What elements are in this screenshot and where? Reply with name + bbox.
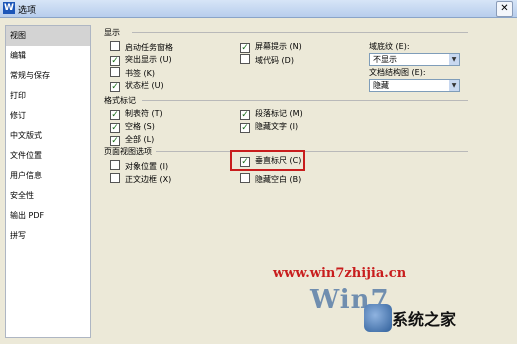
watermark-url: www.win7zhijia.cn (273, 266, 407, 281)
option-text-boundary[interactable]: 正文边框 (X) (110, 173, 171, 185)
sidebar-item-general-save[interactable]: 常规与保存 (6, 66, 90, 86)
watermark-brand: 系统之家 (392, 310, 457, 329)
option-bookmark[interactable]: 书签 (K) (110, 67, 155, 79)
close-button[interactable]: ✕ (496, 1, 513, 17)
sidebar-item-chinese-layout[interactable]: 中文版式 (6, 126, 90, 146)
section-format-divider (142, 100, 468, 101)
checkbox-startup-taskpane[interactable] (110, 41, 120, 51)
option-object-position[interactable]: 对象位置 (I) (110, 160, 168, 172)
section-page-divider (156, 151, 468, 152)
checkbox-hidden-text[interactable]: ✓ (240, 123, 250, 133)
option-highlight[interactable]: ✓ 突出显示 (U) (110, 54, 172, 66)
option-screentip[interactable]: ✓ 屏幕提示 (N) (240, 41, 302, 53)
checkbox-object-position[interactable] (110, 160, 120, 170)
checkbox-all[interactable]: ✓ (110, 136, 120, 146)
option-hide-whitespace[interactable]: 隐藏空白 (B) (240, 173, 301, 185)
wps-app-icon: W (3, 2, 15, 14)
checkbox-statusbar[interactable]: ✓ (110, 82, 120, 92)
option-statusbar[interactable]: ✓ 状态栏 (U) (110, 80, 164, 92)
option-startup-taskpane[interactable]: 启动任务窗格 (110, 41, 173, 53)
sidebar-item-user-info[interactable]: 用户信息 (6, 166, 90, 186)
highlight-annotation-box (230, 150, 305, 171)
sidebar-item-spelling[interactable]: 拼写 (6, 226, 90, 246)
watermark-brand-icon (364, 304, 392, 332)
checkbox-bookmark[interactable] (110, 67, 120, 77)
section-display-title: 显示 (104, 28, 120, 37)
title-bar: W 选项 ✕ (0, 0, 517, 18)
option-space[interactable]: ✓ 空格 (S) (110, 121, 155, 133)
option-all[interactable]: ✓ 全部 (L) (110, 134, 154, 146)
sidebar-item-output-pdf[interactable]: 输出 PDF (6, 206, 90, 226)
chevron-down-icon[interactable]: ▼ (449, 54, 459, 65)
window-title: 选项 (18, 6, 37, 16)
chevron-down-icon[interactable]: ▼ (449, 80, 459, 91)
option-paragraph-mark[interactable]: ✓ 段落标记 (M) (240, 108, 303, 120)
sidebar-item-edit[interactable]: 编辑 (6, 46, 90, 66)
docmap-label: 文档结构图 (E): (369, 68, 426, 77)
option-fieldcode[interactable]: 域代码 (D) (240, 54, 294, 66)
checkbox-text-boundary[interactable] (110, 173, 120, 183)
checkbox-highlight[interactable]: ✓ (110, 56, 120, 66)
checkbox-hide-whitespace[interactable] (240, 173, 250, 183)
option-tab[interactable]: ✓ 制表符 (T) (110, 108, 163, 120)
field-shading-label: 域底纹 (E): (369, 42, 410, 51)
sidebar-item-view[interactable]: 视图 (6, 26, 90, 46)
section-page-title: 页面视图选项 (104, 147, 152, 156)
sidebar-item-revision[interactable]: 修订 (6, 106, 90, 126)
section-format-title: 格式标记 (104, 96, 136, 105)
option-hidden-text[interactable]: ✓ 隐藏文字 (I) (240, 121, 298, 133)
checkbox-paragraph-mark[interactable]: ✓ (240, 110, 250, 120)
checkbox-screentip[interactable]: ✓ (240, 43, 250, 53)
options-sidebar: 视图 编辑 常规与保存 打印 修订 中文版式 文件位置 用户信息 安全性 输出 … (5, 25, 91, 338)
checkbox-fieldcode[interactable] (240, 54, 250, 64)
section-display-divider (132, 32, 468, 33)
sidebar-item-security[interactable]: 安全性 (6, 186, 90, 206)
checkbox-tab[interactable]: ✓ (110, 110, 120, 120)
sidebar-item-print[interactable]: 打印 (6, 86, 90, 106)
field-shading-select[interactable]: 不显示 ▼ (369, 53, 460, 66)
checkbox-space[interactable]: ✓ (110, 123, 120, 133)
docmap-select[interactable]: 隐藏 ▼ (369, 79, 460, 92)
sidebar-item-file-location[interactable]: 文件位置 (6, 146, 90, 166)
